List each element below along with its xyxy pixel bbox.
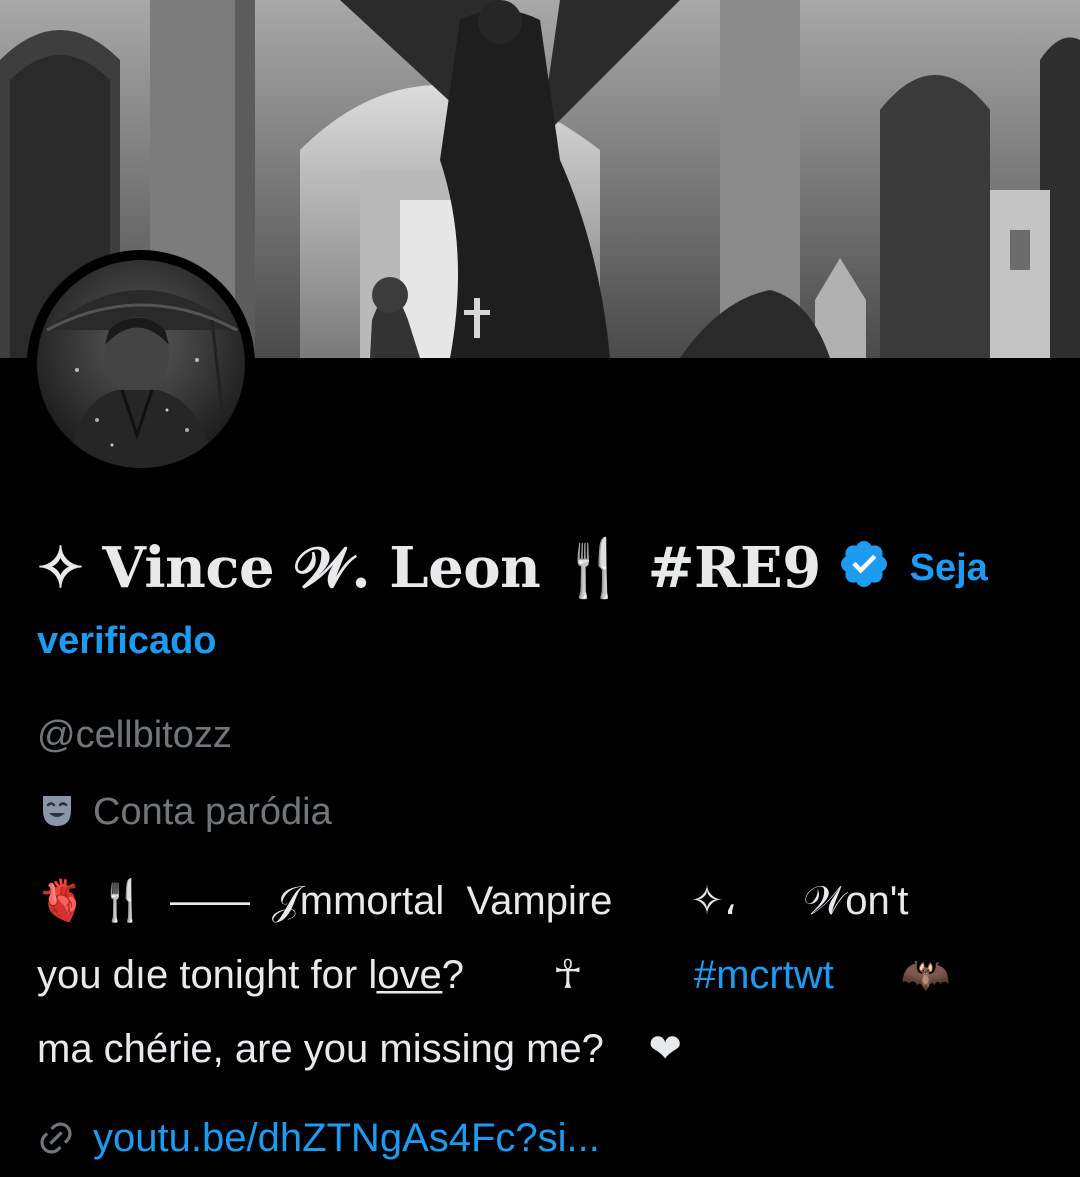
avatar-image [37,260,245,468]
profile-handle: @cellbitozz [37,714,232,756]
display-name: ✧ Vince 𝒲. Leon 🍴 #RE9 [37,535,821,601]
get-verified-link[interactable]: Seja [910,547,988,589]
profile-website: youtu.be/dhZTNgAs4Fc?si... [37,1116,600,1161]
bio-line-2: you dıe tonight for lo̲v̲e̲? ☥ #mcrtwt 🦇 [37,938,1047,1012]
bio-line-3: ma chérie, are you missing me? ❤ [37,1027,682,1071]
bio-line-1: 🫀 🍴 —— 𝒥mmortal Vampire ✧، 𝒲on't [37,879,909,923]
get-verified-link-continued[interactable]: verificado [37,620,217,663]
theater-masks-icon [43,796,71,826]
bio-line-2-text: you dıe tonight for lo̲v̲e̲? ☥ [37,953,694,997]
parody-label-text: Conta paródia [93,791,332,833]
website-link[interactable]: youtu.be/dhZTNgAs4Fc?si... [93,1116,600,1160]
bat-emoji: 🦇 [900,953,951,997]
profile-avatar[interactable] [27,250,255,478]
verified-badge-icon[interactable] [837,537,891,591]
link-icon [40,1122,72,1154]
display-name-row: ✧ Vince 𝒲. Leon 🍴 #RE9 Seja [37,530,1047,606]
profile-bio: 🫀 🍴 —— 𝒥mmortal Vampire ✧، 𝒲on't you dıe… [37,864,1047,1086]
bio-hashtag-link[interactable]: #mcrtwt [694,953,834,997]
parody-account-label: Conta paródia [37,790,332,834]
